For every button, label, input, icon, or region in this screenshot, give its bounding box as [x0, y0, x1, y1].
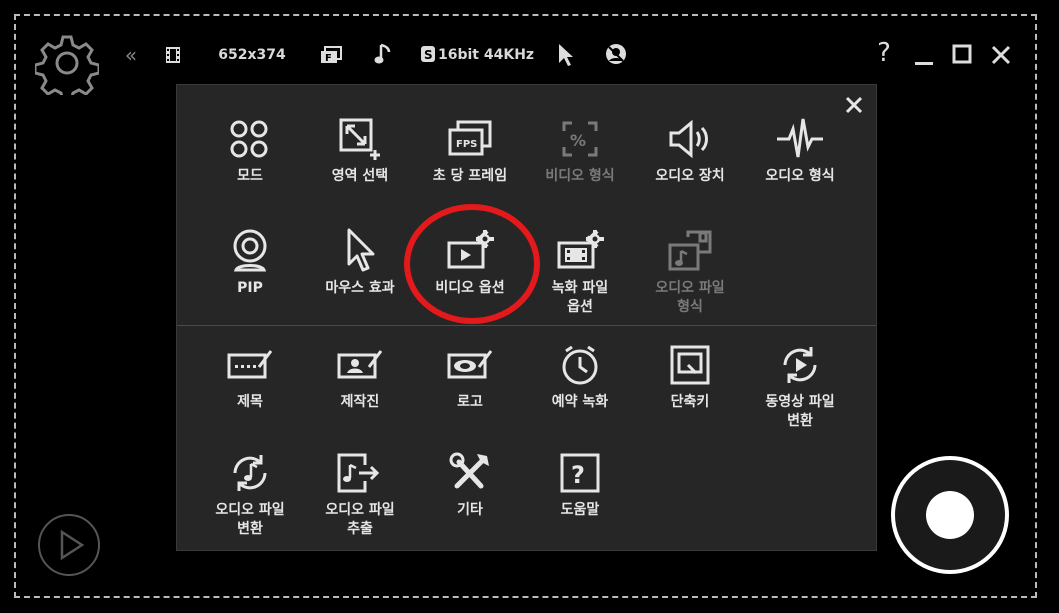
clock-icon: [525, 339, 635, 391]
help-button[interactable]: ?: [872, 38, 896, 68]
menu-item-mouse-effect[interactable]: 마우스 효과: [305, 225, 415, 298]
speaker-icon: [635, 113, 745, 165]
record-dot-icon: [926, 491, 974, 539]
record-button[interactable]: [891, 456, 1009, 574]
svg-text:%: %: [570, 131, 586, 150]
video-options-icon: [415, 225, 525, 277]
menu-item-scheduled-recording[interactable]: 예약 녹화: [525, 339, 635, 412]
webcam-off-icon: [604, 42, 628, 66]
menu-item-video-format[interactable]: % 비디오 형식: [525, 113, 635, 186]
logo-icon: [415, 339, 525, 391]
menu-item-label: 도움말: [560, 502, 600, 518]
menu-item-credits[interactable]: 제작진: [305, 339, 415, 412]
menu-item-label: 단축키: [670, 394, 710, 410]
menu-item-video-options[interactable]: 비디오 옵션: [415, 225, 525, 298]
menu-item-label: 제목: [237, 394, 263, 410]
sound-badge-icon: S: [420, 45, 436, 63]
menu-item-label: 오디오 파일 변환: [215, 502, 285, 537]
section-divider: [177, 325, 876, 326]
menu-item-label: 오디오 형식: [765, 168, 835, 184]
menu-item-title[interactable]: 제목: [195, 339, 305, 412]
settings-menu-panel: 모드 영역 선택 FPS 초 당 프레임 % 비디오 형식 오디오 장치 오디오…: [176, 84, 877, 551]
menu-item-fps[interactable]: FPS 초 당 프레임: [415, 113, 525, 186]
record-file-options-icon: [525, 225, 635, 277]
menu-item-label: 기타: [457, 502, 483, 518]
credits-icon: [305, 339, 415, 391]
title-icon: [195, 339, 305, 391]
settings-gear-icon[interactable]: [34, 30, 100, 96]
menu-item-label: 오디오 파일 형식: [655, 280, 725, 315]
audio-file-format-icon: [635, 225, 745, 277]
menu-item-label: 예약 녹화: [551, 394, 609, 410]
collapse-chevron-icon[interactable]: «: [120, 43, 142, 67]
menu-item-label: 제작진: [340, 394, 380, 410]
menu-item-audio-file-format[interactable]: 오디오 파일 형식: [635, 225, 745, 317]
audio-extract-icon: [305, 447, 415, 499]
play-icon: [60, 529, 85, 561]
video-format-icon: %: [525, 113, 635, 165]
menu-item-label: 비디오 옵션: [435, 280, 505, 296]
menu-item-label: 모드: [237, 168, 263, 184]
menu-item-label: 영역 선택: [331, 168, 389, 184]
menu-item-audio-format[interactable]: 오디오 형식: [745, 113, 855, 186]
play-button[interactable]: [38, 514, 100, 576]
menu-item-area-select[interactable]: 영역 선택: [305, 113, 415, 186]
menu-item-pip[interactable]: PIP: [195, 225, 305, 298]
webcam-icon: [195, 225, 305, 277]
menu-item-label: 녹화 파일 옵션: [551, 280, 609, 315]
menu-item-help[interactable]: ? 도움말: [525, 447, 635, 520]
menu-item-label: 초 당 프레임: [432, 168, 508, 184]
help-icon: ?: [525, 447, 635, 499]
menu-item-label: 오디오 파일 추출: [325, 502, 395, 537]
menu-item-audio-device[interactable]: 오디오 장치: [635, 113, 745, 186]
menu-item-mode[interactable]: 모드: [195, 113, 305, 186]
menu-item-logo[interactable]: 로고: [415, 339, 525, 412]
audio-format-text: 16bit 44KHz: [438, 47, 535, 63]
grid-circles-icon: [195, 113, 305, 165]
menu-item-label: 비디오 형식: [545, 168, 615, 184]
resolution-text: 652x374: [218, 47, 286, 63]
cursor-icon: [555, 42, 575, 68]
menu-item-label: PIP: [237, 280, 263, 296]
maximize-button[interactable]: [950, 42, 974, 66]
svg-text:S: S: [424, 48, 433, 62]
menu-item-label: 동영상 파일 변환: [765, 394, 835, 429]
fps-frame-icon: F: [319, 44, 343, 66]
music-note-icon: [372, 42, 394, 66]
menu-item-audio-convert[interactable]: 오디오 파일 변환: [195, 447, 305, 539]
menu-item-video-convert[interactable]: 동영상 파일 변환: [745, 339, 855, 431]
menu-item-record-file-options[interactable]: 녹화 파일 옵션: [525, 225, 635, 317]
area-select-icon: [305, 113, 415, 165]
audio-convert-icon: [195, 447, 305, 499]
menu-item-hotkey[interactable]: 단축키: [635, 339, 745, 412]
fps-icon: FPS: [415, 113, 525, 165]
svg-text:FPS: FPS: [456, 139, 477, 150]
waveform-icon: [745, 113, 855, 165]
menu-item-label: 마우스 효과: [325, 280, 395, 296]
video-convert-icon: [745, 339, 855, 391]
hotkey-icon: [635, 339, 745, 391]
svg-text:F: F: [325, 53, 332, 64]
film-icon: [162, 44, 184, 66]
close-window-button[interactable]: [988, 42, 1014, 68]
menu-item-label: 오디오 장치: [655, 168, 725, 184]
menu-item-etc[interactable]: 기타: [415, 447, 525, 520]
tools-icon: [415, 447, 525, 499]
minimize-button[interactable]: [912, 44, 936, 68]
menu-item-audio-extract[interactable]: 오디오 파일 추출: [305, 447, 415, 539]
cursor-icon: [305, 225, 415, 277]
svg-text:?: ?: [571, 461, 585, 489]
menu-item-label: 로고: [457, 394, 483, 410]
